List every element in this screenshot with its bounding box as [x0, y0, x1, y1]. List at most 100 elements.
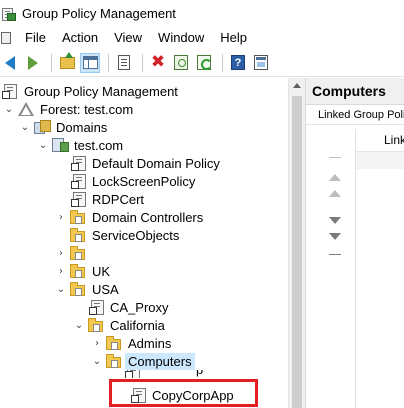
chevron-down-icon[interactable]: ⌄ — [20, 122, 30, 133]
window-title: Group Policy Management — [22, 6, 176, 21]
chevron-down-icon[interactable]: ⌄ — [38, 140, 48, 151]
scroll-up-arrow-icon[interactable] — [293, 83, 301, 88]
tree-item-domain-controllers[interactable]: › Domain Controllers — [56, 208, 206, 226]
tree-item-label: USA — [92, 281, 119, 297]
mmc-icon — [254, 55, 268, 70]
gpo-link-icon — [130, 388, 146, 403]
tree-scrollbar[interactable] — [288, 78, 305, 408]
menu-window[interactable]: Window — [150, 27, 212, 49]
ou-folder-icon — [88, 318, 104, 332]
tab-linked-group-policy-objects[interactable]: Linked Group Polic — [306, 105, 404, 125]
tree-item-lockscreen-policy[interactable]: LockScreenPolicy — [70, 172, 198, 190]
tree-item-service-objects[interactable]: ServiceObjects — [70, 226, 182, 244]
mmc-button[interactable] — [251, 53, 271, 73]
domain-icon — [52, 138, 69, 152]
tree-item-forest[interactable]: ⌄ Forest: test.com — [4, 100, 136, 118]
tree-item-collapsed-ou[interactable]: › — [56, 244, 95, 262]
linked-gpo-list[interactable]: Link — [355, 129, 404, 408]
chevron-right-icon[interactable]: › — [92, 338, 102, 349]
show-hide-tree-icon — [82, 56, 98, 69]
chevron-right-icon[interactable]: › — [56, 212, 66, 223]
back-icon — [5, 55, 15, 70]
back-button[interactable] — [0, 53, 20, 73]
tree-item-usa[interactable]: ⌄ USA — [56, 280, 122, 298]
chevron-right-icon[interactable]: › — [56, 266, 66, 277]
forward-button[interactable] — [23, 53, 43, 73]
tree-item-copycorpapp[interactable]: CopyCorpApp — [130, 386, 237, 404]
properties-button[interactable] — [171, 53, 191, 73]
system-menu-icon[interactable] — [1, 32, 11, 44]
delete-icon: ✖ — [150, 52, 166, 72]
tree-item-california[interactable]: ⌄ California — [74, 316, 168, 334]
move-link-top-button[interactable] — [328, 157, 342, 181]
forest-icon — [18, 102, 34, 116]
move-link-up-button[interactable] — [328, 186, 342, 200]
group-policy-app-icon — [2, 7, 16, 21]
toolbar: ✖ ? — [0, 49, 404, 77]
move-up-icon — [329, 189, 341, 197]
tree-item-label: Computers — [125, 352, 195, 370]
move-top-icon — [329, 160, 341, 181]
tree-item-label: Domain Controllers — [92, 209, 204, 225]
tree-item-label: Default Domain Policy — [92, 155, 220, 171]
move-down-icon — [329, 216, 341, 224]
gpo-link-icon — [70, 174, 86, 189]
refresh-button[interactable] — [194, 53, 214, 73]
tree-item-domain[interactable]: ⌄ test.com — [38, 136, 126, 154]
scrollbar-thumb[interactable] — [292, 96, 302, 408]
details-title: Computers — [306, 78, 404, 105]
details-pane: Computers Linked Group Polic Link — [305, 78, 404, 408]
tree-item-default-domain-policy[interactable]: Default Domain Policy — [70, 154, 223, 172]
up-one-level-button[interactable] — [57, 51, 77, 73]
tree-item-uk[interactable]: › UK — [56, 262, 113, 280]
chevron-down-icon[interactable]: ⌄ — [92, 356, 102, 367]
tree-item-label: Group Policy Management — [24, 83, 178, 99]
gpo-link-icon — [124, 370, 140, 378]
tree-item-root[interactable]: Group Policy Management — [2, 82, 181, 100]
tree-item-label: Domains — [56, 119, 108, 135]
title-bar: Group Policy Management — [0, 0, 404, 27]
menu-file[interactable]: File — [17, 27, 54, 49]
chevron-down-icon[interactable]: ⌄ — [4, 104, 14, 115]
tree-item-label: UK — [92, 263, 111, 279]
menu-action[interactable]: Action — [54, 27, 106, 49]
help-icon: ? — [231, 55, 245, 70]
menu-bar: File Action View Window Help — [0, 27, 404, 49]
gpo-link-icon — [70, 192, 86, 207]
tree-item-label: ServiceObjects — [92, 227, 180, 243]
console-tree[interactable]: Group Policy Management ⌄ Forest: test.c… — [0, 78, 288, 408]
table-row[interactable] — [356, 152, 404, 169]
tree-item-label: CA_Proxy — [110, 299, 169, 315]
gpo-link-icon — [70, 156, 86, 171]
help-button[interactable]: ? — [228, 53, 248, 73]
menu-view[interactable]: View — [106, 27, 150, 49]
export-list-button[interactable] — [114, 53, 134, 73]
group-policy-root-icon — [2, 84, 18, 99]
export-list-icon — [118, 55, 130, 70]
column-header-link-order[interactable]: Link — [356, 129, 404, 152]
tree-item-label: test.com — [74, 137, 124, 153]
chevron-down-icon[interactable]: ⌄ — [56, 284, 66, 295]
tree-item-label: CopyCorpApp — [152, 387, 234, 403]
tree-item-label: RDPCert — [92, 191, 145, 207]
ou-folder-icon — [70, 246, 86, 260]
delete-button[interactable]: ✖ — [148, 53, 168, 73]
chevron-down-icon[interactable]: ⌄ — [74, 320, 84, 331]
move-link-bottom-button[interactable] — [328, 233, 342, 255]
toolbar-separator — [108, 53, 109, 72]
show-hide-tree-button[interactable] — [80, 52, 100, 73]
ou-folder-icon — [70, 210, 86, 224]
menu-help[interactable]: Help — [212, 27, 255, 49]
move-link-down-button[interactable] — [328, 213, 342, 227]
tree-item-computers[interactable]: ⌄ Computers — [92, 352, 195, 370]
tree-item-domains[interactable]: ⌄ Domains — [20, 118, 110, 136]
tree-item-label: p — [193, 370, 206, 378]
toolbar-separator — [222, 53, 223, 72]
tree-item-label: Admins — [128, 335, 172, 351]
domains-icon — [34, 120, 51, 134]
chevron-right-icon[interactable]: › — [56, 248, 66, 259]
tree-item-label: Forest: test.com — [40, 101, 134, 117]
tree-item-ca-proxy[interactable]: CA_Proxy — [88, 298, 172, 316]
tree-item-rdpcert[interactable]: RDPCert — [70, 190, 147, 208]
tree-item-admins[interactable]: › Admins — [92, 334, 174, 352]
